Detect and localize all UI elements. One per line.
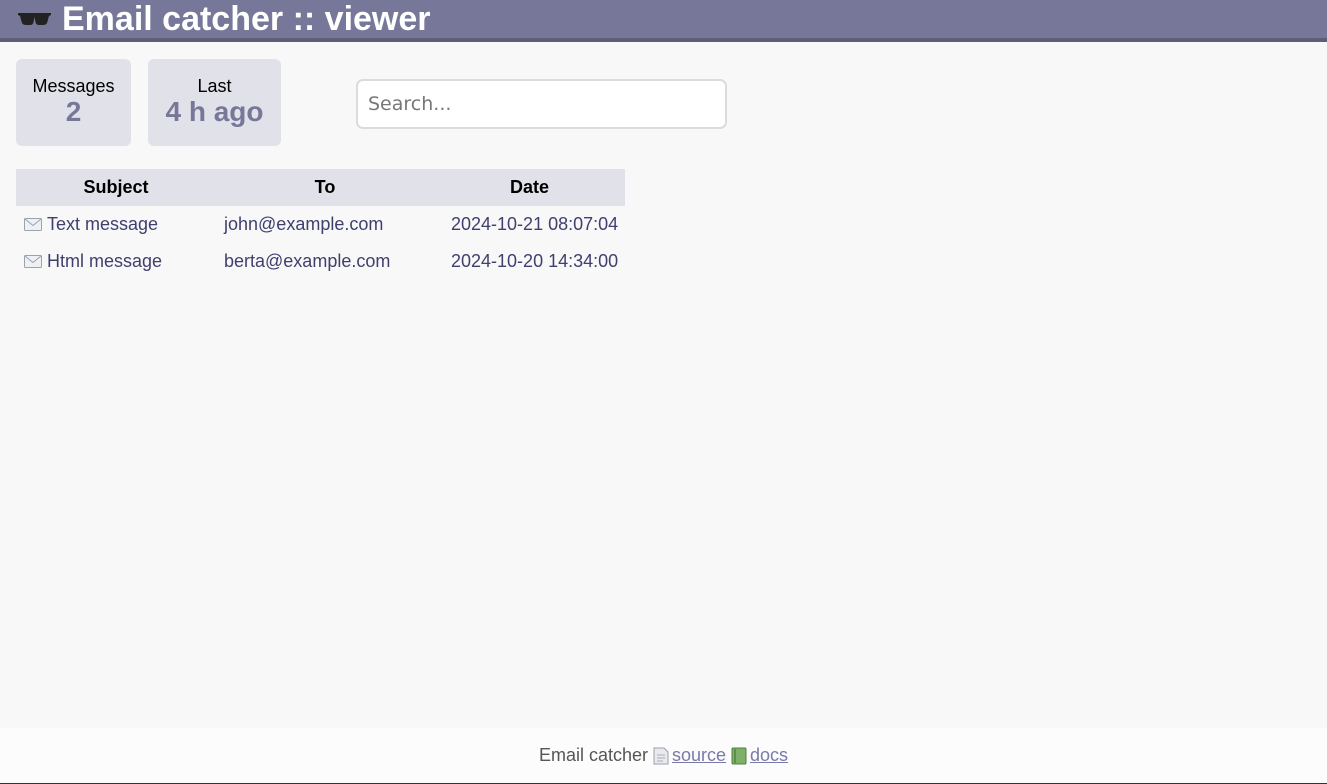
- column-header-subject[interactable]: Subject: [16, 169, 216, 206]
- table-row[interactable]: Text message john@example.com 2024-10-21…: [16, 206, 625, 243]
- app-header: Email catcher :: viewer: [0, 0, 1327, 42]
- column-header-to[interactable]: To: [216, 169, 434, 206]
- message-subject[interactable]: Html message: [47, 251, 162, 271]
- message-subject-cell[interactable]: Text message: [16, 206, 216, 243]
- last-message-label: Last: [197, 76, 232, 96]
- envelope-icon: [24, 215, 42, 231]
- footer-app-name: Email catcher: [538, 745, 648, 765]
- envelope-icon: [24, 252, 42, 268]
- message-to[interactable]: berta@example.com: [216, 243, 434, 280]
- table-header-row: Subject To Date: [16, 169, 625, 206]
- message-date[interactable]: 2024-10-20 14:34:00: [434, 243, 625, 280]
- messages-count-card: Messages 2: [16, 59, 131, 146]
- page-title: Email catcher :: viewer: [62, 0, 431, 38]
- search-input[interactable]: [356, 79, 727, 129]
- page-icon: [653, 747, 669, 765]
- docs-link[interactable]: docs: [750, 745, 788, 766]
- table-row[interactable]: Html message berta@example.com 2024-10-2…: [16, 243, 625, 280]
- message-date[interactable]: 2024-10-21 08:07:04: [434, 206, 625, 243]
- messages-count-value: 2: [65, 96, 82, 127]
- messages-table: Subject To Date Text message john@exampl…: [16, 169, 625, 280]
- message-subject[interactable]: Text message: [47, 214, 158, 234]
- message-to[interactable]: john@example.com: [216, 206, 434, 243]
- last-message-card: Last 4 h ago: [148, 59, 281, 146]
- messages-count-label: Messages: [32, 76, 115, 96]
- source-link[interactable]: source: [672, 745, 726, 766]
- page-footer: Email catcher source docs: [0, 728, 1327, 784]
- sunglasses-icon: [17, 11, 52, 27]
- message-subject-cell[interactable]: Html message: [16, 243, 216, 280]
- column-header-date[interactable]: Date: [434, 169, 625, 206]
- book-icon: [731, 747, 747, 765]
- last-message-value: 4 h ago: [165, 96, 264, 127]
